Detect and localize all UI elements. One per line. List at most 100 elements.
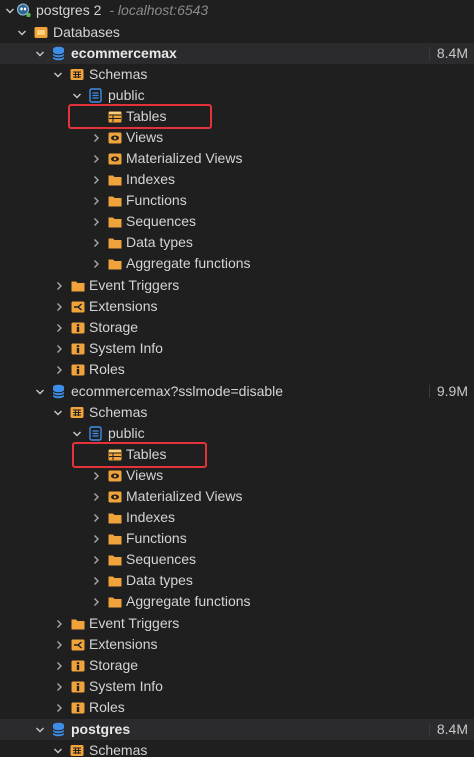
chevron-right-icon[interactable] <box>53 275 65 296</box>
schema-row-public[interactable]: public <box>0 423 474 444</box>
folder-icon <box>107 573 122 588</box>
chevron-down-icon[interactable] <box>52 740 64 757</box>
database-row-ecommercemax[interactable]: ecommercemax 8.4M <box>0 43 474 64</box>
schemas-folder-row[interactable]: Schemas <box>0 64 474 85</box>
chevron-down-icon[interactable] <box>52 402 64 423</box>
schemas-label: Schemas <box>89 66 148 82</box>
chevron-down-icon[interactable] <box>71 85 83 106</box>
views-label: Views <box>126 129 164 145</box>
materialized-views-icon <box>107 151 122 166</box>
schema-row-public[interactable]: public <box>0 85 474 106</box>
chevron-down-icon[interactable] <box>34 719 46 740</box>
roles-label: Roles <box>89 361 125 377</box>
size-divider <box>429 385 430 398</box>
storage-icon <box>70 320 85 335</box>
database-row-ecommercemax-sslmode[interactable]: ecommercemax?sslmode=disable 9.9M <box>0 381 474 402</box>
tree-item-event-triggers[interactable]: Event Triggers <box>0 275 474 296</box>
tree-item-aggregate-functions[interactable]: Aggregate functions <box>0 253 474 274</box>
tree-item-extensions[interactable]: Extensions <box>0 634 474 655</box>
system-info-label: System Info <box>89 340 163 356</box>
tree-item-functions[interactable]: Functions <box>0 190 474 211</box>
chevron-right-icon[interactable] <box>90 232 102 253</box>
folder-icon <box>107 172 122 187</box>
storage-label: Storage <box>89 657 139 673</box>
tree-item-materialized-views[interactable]: Materialized Views <box>0 486 474 507</box>
schemas-folder-row[interactable]: Schemas <box>0 402 474 423</box>
tree-item-data-types[interactable]: Data types <box>0 570 474 591</box>
chevron-right-icon[interactable] <box>90 127 102 148</box>
tree-item-event-triggers[interactable]: Event Triggers <box>0 613 474 634</box>
chevron-right-icon[interactable] <box>90 528 102 549</box>
size-divider <box>429 723 430 736</box>
tree-item-system-info[interactable]: System Info <box>0 676 474 697</box>
chevron-right-icon[interactable] <box>53 359 65 380</box>
tree-item-sequences[interactable]: Sequences <box>0 549 474 570</box>
tree-item-storage[interactable]: Storage <box>0 655 474 676</box>
database-icon <box>51 46 66 61</box>
folder-icon <box>107 256 122 271</box>
database-explorer-tree: postgres 2 - localhost:6543 Databases eco… <box>0 0 474 757</box>
annotation-highlight-box <box>68 104 212 129</box>
system-info-label: System Info <box>89 678 163 694</box>
views-icon <box>107 130 122 145</box>
extensions-label: Extensions <box>89 636 158 652</box>
tree-item-roles[interactable]: Roles <box>0 697 474 718</box>
tree-item-system-info[interactable]: System Info <box>0 338 474 359</box>
chevron-right-icon[interactable] <box>90 549 102 570</box>
chevron-right-icon[interactable] <box>90 507 102 528</box>
folder-icon <box>107 193 122 208</box>
chevron-down-icon[interactable] <box>4 0 16 21</box>
databases-folder-row[interactable]: Databases <box>0 22 474 43</box>
connection-name: postgres 2 <box>36 2 102 18</box>
chevron-right-icon[interactable] <box>90 148 102 169</box>
tree-item-views[interactable]: Views <box>0 127 474 148</box>
tree-item-indexes[interactable]: Indexes <box>0 507 474 528</box>
schema-name: public <box>108 425 145 441</box>
roles-icon <box>70 362 85 377</box>
tree-item-functions[interactable]: Functions <box>0 528 474 549</box>
database-size: 8.4M <box>436 721 468 737</box>
chevron-right-icon[interactable] <box>90 591 102 612</box>
tree-item-sequences[interactable]: Sequences <box>0 211 474 232</box>
chevron-right-icon[interactable] <box>90 211 102 232</box>
tree-item-materialized-views[interactable]: Materialized Views <box>0 148 474 169</box>
chevron-right-icon[interactable] <box>53 697 65 718</box>
event-triggers-label: Event Triggers <box>89 615 180 631</box>
chevron-right-icon[interactable] <box>53 613 65 634</box>
tree-item-extensions[interactable]: Extensions <box>0 296 474 317</box>
tree-item-data-types[interactable]: Data types <box>0 232 474 253</box>
database-name: postgres <box>71 721 131 737</box>
chevron-down-icon[interactable] <box>16 22 28 43</box>
chevron-right-icon[interactable] <box>90 570 102 591</box>
chevron-right-icon[interactable] <box>90 190 102 211</box>
functions-label: Functions <box>126 530 187 546</box>
chevron-right-icon[interactable] <box>53 655 65 676</box>
chevron-right-icon[interactable] <box>53 634 65 655</box>
chevron-down-icon[interactable] <box>34 43 46 64</box>
chevron-right-icon[interactable] <box>90 253 102 274</box>
chevron-right-icon[interactable] <box>90 465 102 486</box>
tree-item-views[interactable]: Views <box>0 465 474 486</box>
schema-name: public <box>108 87 145 103</box>
storage-label: Storage <box>89 319 139 335</box>
connection-row[interactable]: postgres 2 - localhost:6543 <box>0 0 474 21</box>
chevron-right-icon[interactable] <box>90 169 102 190</box>
aggregate-functions-label: Aggregate functions <box>126 255 251 271</box>
schemas-folder-row[interactable]: Schemas <box>0 740 474 757</box>
chevron-right-icon[interactable] <box>53 676 65 697</box>
chevron-right-icon[interactable] <box>53 338 65 359</box>
chevron-right-icon[interactable] <box>90 486 102 507</box>
tree-item-roles[interactable]: Roles <box>0 359 474 380</box>
schemas-label: Schemas <box>89 742 148 757</box>
folder-icon <box>107 510 122 525</box>
tree-item-aggregate-functions[interactable]: Aggregate functions <box>0 591 474 612</box>
chevron-right-icon[interactable] <box>53 296 65 317</box>
chevron-down-icon[interactable] <box>34 381 46 402</box>
tree-item-storage[interactable]: Storage <box>0 317 474 338</box>
database-row-postgres[interactable]: postgres 8.4M <box>0 719 474 740</box>
tree-item-indexes[interactable]: Indexes <box>0 169 474 190</box>
chevron-down-icon[interactable] <box>52 64 64 85</box>
chevron-down-icon[interactable] <box>71 423 83 444</box>
databases-folder-icon <box>33 25 48 40</box>
chevron-right-icon[interactable] <box>53 317 65 338</box>
